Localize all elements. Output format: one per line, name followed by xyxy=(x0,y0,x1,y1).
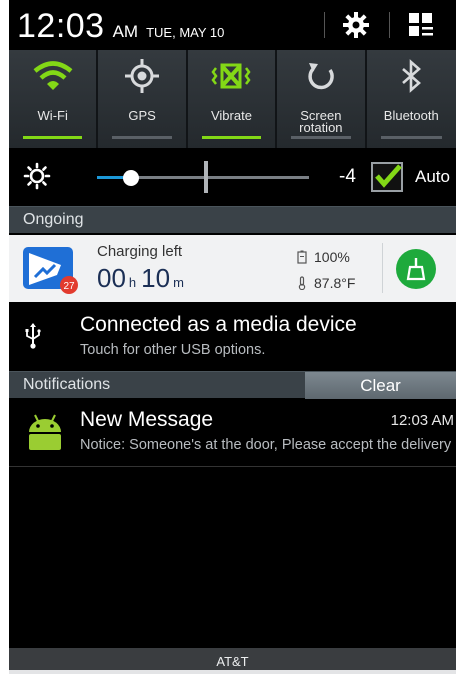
edit-toggles-icon xyxy=(409,13,433,36)
charging-hours-unit: h xyxy=(128,275,137,290)
message-body: Notice: Someone's at the door, Please ac… xyxy=(80,437,452,453)
wifi-icon xyxy=(33,61,73,90)
broom-icon xyxy=(406,258,426,281)
rotation-icon xyxy=(308,63,334,90)
quick-toggle-row: Wi-Fi GPS Vibrate Screen rotation Blueto… xyxy=(9,50,456,148)
clean-boost-button[interactable] xyxy=(396,249,436,289)
notification-shade: 12:03 AM TUE, MAY 10 Wi-Fi GPS Vibrate S… xyxy=(9,0,456,674)
usb-icon xyxy=(25,323,41,349)
message-title: New Message xyxy=(80,408,214,431)
header-divider xyxy=(324,12,325,38)
toggle-state-bar xyxy=(380,136,442,139)
clear-button[interactable]: Clear xyxy=(305,372,456,399)
header-divider xyxy=(389,12,390,38)
carrier-label: AT&T xyxy=(216,653,249,669)
brightness-icon xyxy=(23,162,51,190)
message-time: 12:03 AM xyxy=(390,412,454,429)
auto-brightness-label: Auto xyxy=(415,167,450,186)
toggle-state-bar xyxy=(23,136,83,139)
battery-temperature: 87.8°F xyxy=(314,275,356,291)
notifications-header-text: Notifications xyxy=(23,376,111,393)
toggle-label: Wi-Fi xyxy=(37,108,68,123)
usb-subtitle: Touch for other USB options. xyxy=(80,342,266,358)
battery-notification[interactable]: 27 Charging left 00 h 10 m 100% 87.8°F xyxy=(9,235,456,302)
usb-connection-notification[interactable]: Connected as a media device Touch for ot… xyxy=(9,305,456,369)
battery-percent: 100% xyxy=(314,249,350,265)
battery-temperature-group: 87.8°F xyxy=(297,275,355,291)
battery-app-badge: 27 xyxy=(63,281,75,292)
gps-icon xyxy=(125,59,160,93)
bluetooth-icon xyxy=(402,59,422,93)
toggle-screen-rotation[interactable]: Screen rotation xyxy=(277,50,367,148)
charging-time: 00 h 10 m xyxy=(97,265,189,291)
ongoing-header-text: Ongoing xyxy=(23,211,84,228)
ongoing-header: Ongoing xyxy=(9,206,456,233)
settings-button[interactable] xyxy=(339,10,373,40)
check-icon xyxy=(375,164,402,188)
toggle-state-bar xyxy=(112,136,172,139)
clock-group: 12:03 AM TUE, MAY 10 xyxy=(17,9,224,43)
notifications-header: Notifications Clear xyxy=(9,371,456,399)
charging-hours: 00 xyxy=(97,263,126,293)
charging-minutes-unit: m xyxy=(173,275,184,290)
toggle-gps[interactable]: GPS xyxy=(98,50,188,148)
battery-icon xyxy=(297,250,307,264)
toggle-state-bar xyxy=(291,136,351,139)
toggle-label: Screen rotation xyxy=(299,108,343,135)
toggle-vibrate[interactable]: Vibrate xyxy=(187,50,278,148)
gear-icon xyxy=(343,12,369,38)
clock: 12:03 xyxy=(17,7,105,45)
charging-label: Charging left xyxy=(97,243,183,260)
toggle-bluetooth[interactable]: Bluetooth xyxy=(366,50,456,148)
toggle-label: GPS xyxy=(128,108,156,123)
charging-minutes: 10 xyxy=(141,263,171,293)
shade-header: 12:03 AM TUE, MAY 10 xyxy=(9,0,456,50)
brightness-row: -4 Auto xyxy=(9,148,456,206)
auto-brightness-checkbox[interactable] xyxy=(371,162,403,192)
toggle-label: Bluetooth xyxy=(383,108,439,123)
android-icon xyxy=(29,414,61,450)
usb-title: Connected as a media device xyxy=(80,313,357,336)
clock-ampm: AM xyxy=(112,22,139,41)
brightness-value: -4 xyxy=(339,166,356,187)
notification-divider xyxy=(9,466,456,467)
date: TUE, MAY 10 xyxy=(146,25,225,40)
edit-toggles-button[interactable] xyxy=(404,10,438,40)
vibrate-icon xyxy=(211,63,252,89)
toggle-label: Vibrate xyxy=(210,108,252,123)
brightness-default-marker xyxy=(204,161,208,193)
brightness-slider-thumb[interactable] xyxy=(122,170,139,186)
message-notification[interactable]: New Message 12:03 AM Notice: Someone's a… xyxy=(9,400,456,466)
toggle-wifi[interactable]: Wi-Fi xyxy=(9,50,99,148)
toggle-state-bar xyxy=(201,136,262,139)
drag-handle[interactable] xyxy=(9,670,456,674)
card-divider xyxy=(382,243,383,293)
thermometer-icon xyxy=(298,276,306,290)
battery-percent-group: 100% xyxy=(297,249,350,265)
